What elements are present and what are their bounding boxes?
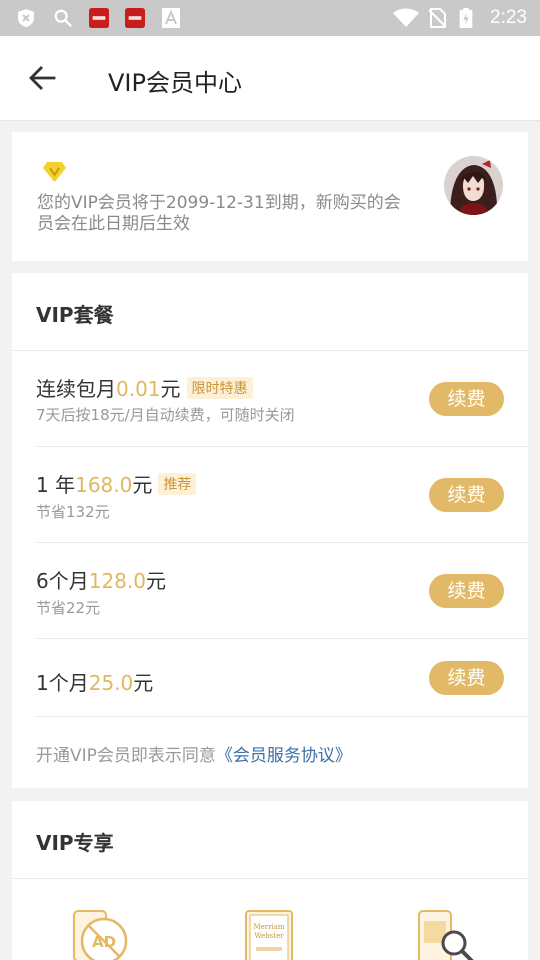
price-unit: 元	[132, 473, 153, 497]
battery-charging-icon	[459, 8, 473, 28]
service-agreement-link[interactable]: 《会员服务协议》	[216, 746, 352, 766]
divider	[12, 878, 528, 879]
app-icon-red	[89, 8, 109, 28]
book-text-webster: Webster	[254, 932, 284, 940]
app-bar: VIP会员中心	[0, 36, 540, 121]
recommend-tag: 推荐	[158, 473, 197, 495]
renew-button[interactable]: 续费	[429, 661, 504, 695]
package-description: 节省132元	[36, 503, 110, 521]
package-name: 连续包月	[36, 377, 116, 401]
status-bar: 2:23	[0, 0, 540, 36]
no-sim-icon	[428, 8, 446, 28]
phone-search-icon	[418, 910, 474, 960]
search-icon	[54, 9, 72, 27]
package-name: 1 年	[36, 473, 76, 497]
price-unit: 元	[160, 377, 181, 401]
shield-icon	[18, 9, 34, 27]
agreement-text: 开通VIP会员即表示同意《会员服务协议》	[36, 741, 352, 766]
wifi-icon	[393, 8, 419, 27]
renew-button[interactable]: 续费	[429, 382, 504, 416]
book-text-merriam: Merriam	[253, 923, 284, 931]
text-app-icon	[162, 8, 180, 28]
package-title: 连续包月0.01元 限时特惠	[36, 373, 253, 402]
package-row-yearly[interactable]: 1 年168.0元 推荐 节省132元 续费	[36, 447, 528, 543]
section-title-packages: VIP套餐	[36, 303, 114, 327]
vip-exclusive-card: VIP专享 AD Merriam Webster	[12, 801, 528, 960]
section-title-exclusive: VIP专享	[36, 831, 114, 855]
package-name: 1个月	[36, 671, 89, 695]
package-row-6-months[interactable]: 6个月128.0元 节省22元 续费	[36, 543, 528, 639]
member-status-card: 您的VIP会员将于2099-12-31到期，新购买的会员会在此日期后生效	[12, 132, 528, 261]
package-row-1-month[interactable]: 1个月25.0元 续费	[36, 639, 528, 717]
renew-button[interactable]: 续费	[429, 478, 504, 512]
page-title: VIP会员中心	[108, 69, 242, 97]
promo-tag: 限时特惠	[186, 377, 253, 399]
price-unit: 元	[146, 569, 166, 593]
status-time: 2:23	[490, 7, 527, 28]
avatar-image	[444, 156, 503, 215]
package-description: 节省22元	[36, 599, 101, 617]
vip-expiry-text: 您的VIP会员将于2099-12-31到期，新购买的会员会在此日期后生效	[37, 193, 401, 234]
avatar[interactable]	[444, 156, 503, 215]
price-unit: 元	[133, 671, 154, 695]
package-price: 25.0	[88, 671, 134, 695]
divider	[36, 716, 528, 717]
package-name: 6个月	[36, 569, 89, 593]
package-row-monthly-auto[interactable]: 连续包月0.01元 限时特惠 7天后按18元/月自动续费，可随时关闭 续费	[36, 351, 528, 447]
dictionary-book-icon: Merriam Webster	[245, 910, 293, 960]
package-title: 1个月25.0元	[36, 667, 153, 696]
package-description: 7天后按18元/月自动续费，可随时关闭	[36, 406, 295, 424]
package-price: 168.0	[75, 473, 133, 497]
vip-diamond-icon	[43, 162, 66, 182]
back-arrow-icon[interactable]	[26, 62, 58, 94]
package-title: 1 年168.0元 推荐	[36, 469, 197, 498]
package-price: 0.01	[116, 377, 161, 401]
package-title: 6个月128.0元	[36, 565, 166, 594]
renew-button[interactable]: 续费	[429, 574, 504, 608]
no-ads-icon: AD	[73, 910, 128, 960]
package-price: 128.0	[88, 569, 146, 593]
vip-packages-card: VIP套餐 连续包月0.01元 限时特惠 7天后按18元/月自动续费，可随时关闭 …	[12, 273, 528, 788]
agreement-prefix: 开通VIP会员即表示同意	[36, 746, 216, 766]
app-icon-red-2	[125, 8, 145, 28]
